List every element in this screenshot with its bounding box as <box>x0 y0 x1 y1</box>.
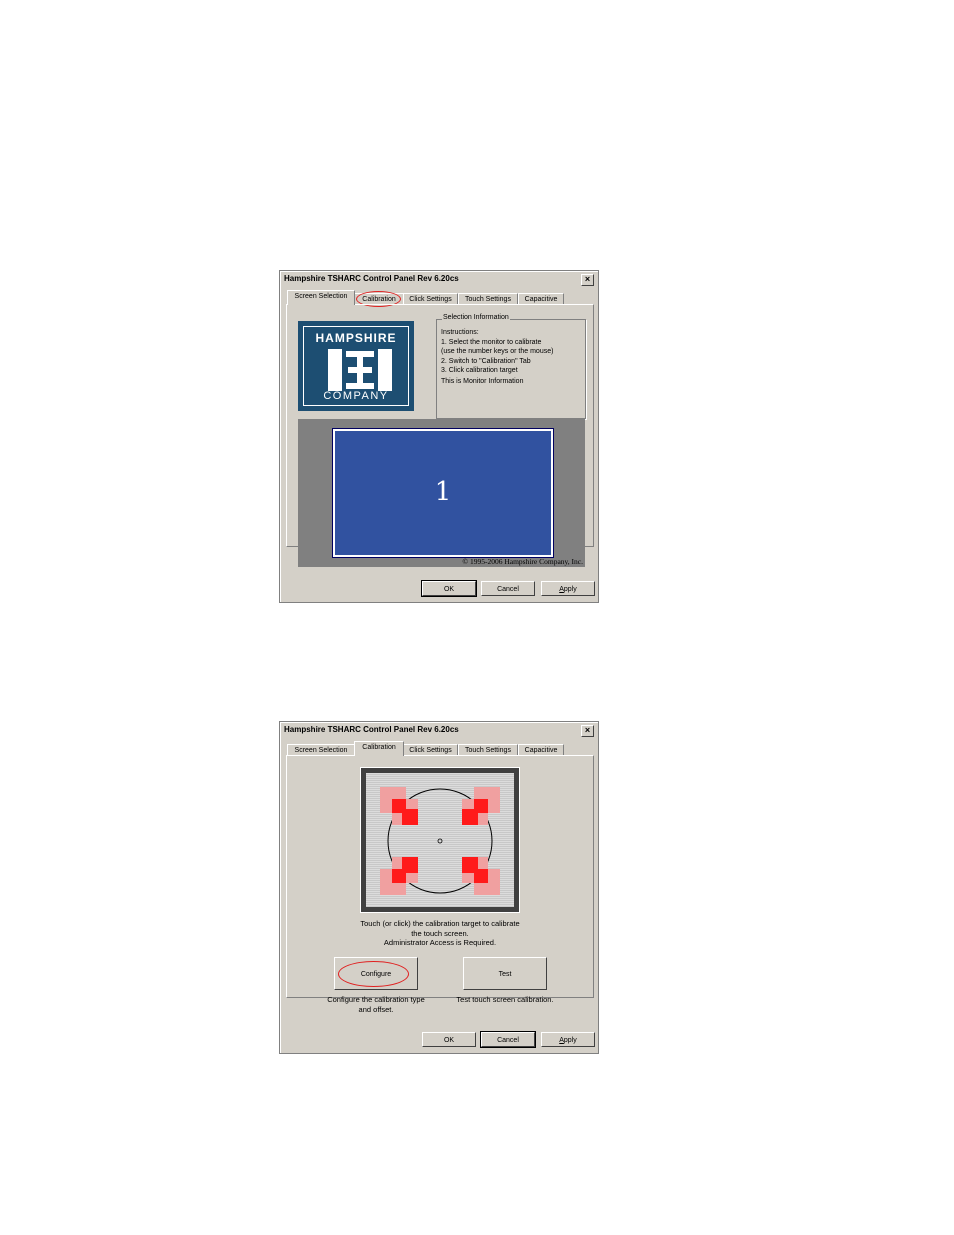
instructions-line: 3. Click calibration target <box>441 367 518 375</box>
close-button[interactable]: × <box>581 274 594 286</box>
instructions-line: Instructions: <box>441 329 479 336</box>
caption-line: Touch (or click) the calibration target … <box>360 919 520 928</box>
cancel-button[interactable]: Cancel <box>481 581 535 596</box>
ok-button[interactable]: OK <box>422 1032 476 1047</box>
caption-line: the touch screen. <box>411 928 469 938</box>
tab-screen-selection[interactable]: Screen Selection <box>287 290 355 305</box>
configure-caption: Configure the calibration type and offse… <box>316 995 436 1014</box>
highlight-ring <box>338 961 409 987</box>
copyright-text: © 1995-2006 Hampshire Company, Inc. <box>462 557 583 566</box>
logo-h-mark-icon <box>328 349 392 391</box>
hampshire-logo: HAMPSHIRE COMPANY <box>298 321 414 411</box>
ok-button[interactable]: OK <box>421 580 477 597</box>
control-panel-dialog-calibration: Hampshire TSHARC Control Panel Rev 6.20c… <box>279 721 599 1054</box>
apply-button[interactable]: Apply <box>541 1032 595 1047</box>
calibration-target[interactable] <box>366 773 514 907</box>
group-legend: Selection Information <box>442 314 510 321</box>
calibration-target-frame[interactable] <box>360 767 520 913</box>
tab-calibration[interactable]: Calibration <box>354 741 404 756</box>
control-panel-dialog-screen-selection: Hampshire TSHARC Control Panel Rev 6.20c… <box>279 270 599 603</box>
test-caption: Test touch screen calibration. <box>456 995 554 1004</box>
monitor-information: This is Monitor Information <box>441 377 524 385</box>
caption-line: and offset. <box>358 1004 394 1014</box>
logo-text-top: HAMPSHIRE <box>315 331 397 345</box>
monitor-number: 1 <box>434 477 452 507</box>
selection-information-group: Selection Information Instructions: 1. S… <box>436 314 586 419</box>
close-button[interactable]: × <box>581 725 594 737</box>
cancel-button[interactable]: Cancel <box>480 1031 536 1048</box>
monitor-selection-area: 1 © 1995-2006 Hampshire Company, Inc. <box>298 419 585 567</box>
instructions-line: 2. Switch to "Calibration" Tab <box>441 357 531 365</box>
window-title: Hampshire TSHARC Control Panel Rev 6.20c… <box>284 725 459 734</box>
window-title: Hampshire TSHARC Control Panel Rev 6.20c… <box>284 274 459 283</box>
instructions-line: 1. Select the monitor to calibrate <box>441 338 542 346</box>
calibration-instructions: Touch (or click) the calibration target … <box>310 919 570 948</box>
test-button[interactable]: Test <box>463 957 547 990</box>
title-bar[interactable]: Hampshire TSHARC Control Panel Rev 6.20c… <box>282 273 596 287</box>
calibration-arrows-icon <box>380 787 500 895</box>
logo-text-bottom: COMPANY <box>323 390 389 402</box>
title-bar[interactable]: Hampshire TSHARC Control Panel Rev 6.20c… <box>282 724 596 738</box>
instructions-line: (use the number keys or the mouse) <box>441 348 554 356</box>
monitor-tile[interactable]: 1 <box>332 428 554 558</box>
caption-line: Configure the calibration type <box>327 995 425 1004</box>
caption-line: Administrator Access is Required. <box>383 938 497 947</box>
apply-button[interactable]: Apply <box>541 581 595 596</box>
